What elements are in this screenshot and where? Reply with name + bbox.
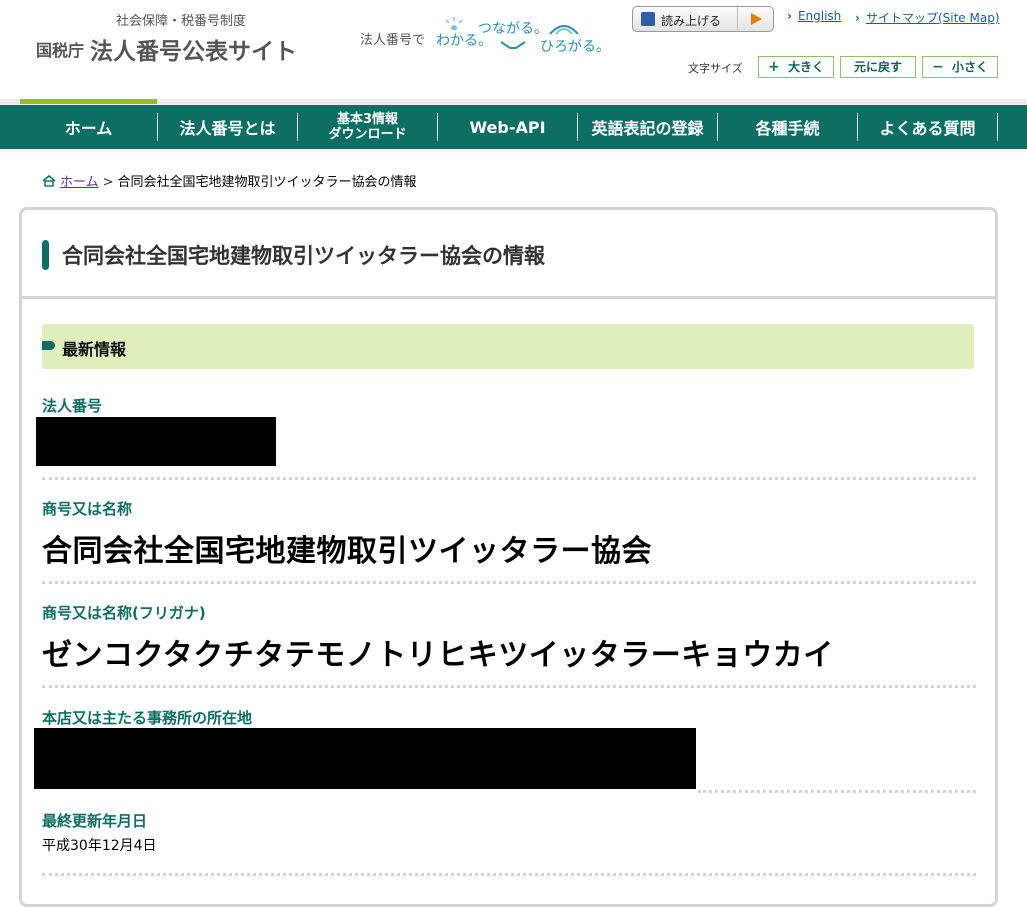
minus-icon: − — [931, 59, 944, 75]
field-divider — [42, 685, 976, 688]
name-label: 商号又は名称 — [42, 500, 133, 518]
site-header: 社会保障・税番号制度 国税庁 法人番号公表サイト 法人番号で わかる。 つながる。… — [0, 0, 1027, 100]
section-tab-icon — [42, 341, 55, 350]
field-divider — [42, 873, 976, 876]
logo-title: 法人番号公表サイト — [90, 39, 298, 65]
chevron-right-icon: › — [855, 11, 860, 25]
font-larger-button[interactable]: + 大きく — [758, 56, 834, 78]
name-value: 合同会社全国宅地建物取引ツイッタラー協会 — [42, 534, 652, 569]
section-title: 最新情報 — [62, 340, 127, 359]
nav-item-about[interactable]: 法人番号とは — [158, 105, 297, 149]
nav-item-home[interactable]: ホーム — [20, 105, 157, 149]
tagline-hirogaru: ひろがる。 — [540, 39, 610, 55]
font-reset-button[interactable]: 元に戻す — [840, 56, 916, 78]
font-reset-label: 元に戻す — [853, 60, 902, 74]
speaker-icon — [641, 12, 655, 26]
play-icon[interactable] — [737, 7, 773, 31]
nav-item-download[interactable]: 基本3情報 ダウンロード — [298, 105, 437, 149]
field-divider — [42, 581, 976, 584]
corp-number-redacted — [36, 417, 276, 466]
tagline: 法人番号で わかる。 つながる。 ひろがる。 — [360, 17, 610, 58]
kana-label: 商号又は名称(フリガナ) — [42, 604, 206, 622]
plus-icon: + — [767, 59, 780, 75]
sitemap-link[interactable]: › サイトマップ(Site Map) — [855, 9, 1000, 26]
field-divider — [698, 790, 976, 793]
tagline-tsunagaru: つながる。 — [478, 21, 548, 37]
address-label: 本店又は主たる事務所の所在地 — [42, 709, 253, 727]
field-divider — [42, 477, 976, 480]
logo-subtitle: 社会保障・税番号制度 — [116, 14, 247, 29]
nav-item-web-api[interactable]: Web-API — [438, 105, 577, 149]
read-aloud-button[interactable]: 読み上げる — [632, 6, 774, 32]
updated-value: 平成30年12月4日 — [42, 838, 157, 854]
handshake-icon — [500, 41, 526, 49]
logo-main: 国税庁 法人番号公表サイト — [36, 32, 297, 66]
tagline-lead: 法人番号で — [360, 33, 426, 48]
corporation-info-card: 合同会社全国宅地建物取引ツイッタラー協会の情報 最新情報 法人番号 商号又は名称… — [19, 207, 998, 907]
font-smaller-button[interactable]: − 小さく — [922, 56, 998, 78]
nav-separator — [997, 113, 998, 141]
font-smaller-label: 小さく — [952, 60, 989, 74]
title-divider — [22, 296, 995, 299]
sitemap-link-label[interactable]: サイトマップ(Site Map) — [866, 11, 1000, 25]
home-icon — [42, 175, 56, 187]
address-redacted — [34, 728, 696, 789]
logo-agency: 国税庁 — [36, 41, 85, 60]
breadcrumb-home-link[interactable]: ホーム — [60, 175, 99, 190]
lightbulb-icon — [445, 17, 463, 30]
breadcrumb-separator: > — [102, 175, 114, 190]
wave-icon — [549, 25, 579, 35]
font-larger-label: 大きく — [788, 60, 825, 74]
section-header-latest: 最新情報 — [42, 324, 974, 369]
english-link-label[interactable]: English — [798, 9, 841, 23]
nav-active-indicator — [20, 99, 157, 104]
updated-label: 最終更新年月日 — [42, 812, 148, 830]
page-title: 合同会社全国宅地建物取引ツイッタラー協会の情報 — [62, 244, 545, 268]
font-size-label: 文字サイズ — [688, 62, 743, 75]
english-link[interactable]: › English — [787, 9, 841, 23]
breadcrumb: ホーム > 合同会社全国宅地建物取引ツイッタラー協会の情報 — [42, 171, 417, 190]
chevron-right-icon: › — [787, 9, 792, 23]
global-nav: ホーム 法人番号とは 基本3情報 ダウンロード Web-API 英語表記の登録 … — [0, 105, 1027, 149]
corp-number-label: 法人番号 — [42, 397, 103, 415]
title-accent-bar — [42, 240, 49, 270]
nav-item-faq[interactable]: よくある質問 — [858, 105, 997, 149]
kana-value: ゼンコクタクチタテモノトリヒキツイッタラーキョウカイ — [42, 638, 834, 673]
read-aloud-label: 読み上げる — [661, 14, 722, 28]
nav-item-english[interactable]: 英語表記の登録 — [578, 105, 717, 149]
breadcrumb-current: 合同会社全国宅地建物取引ツイッタラー協会の情報 — [117, 175, 417, 190]
nav-item-procedures[interactable]: 各種手続 — [718, 105, 857, 149]
